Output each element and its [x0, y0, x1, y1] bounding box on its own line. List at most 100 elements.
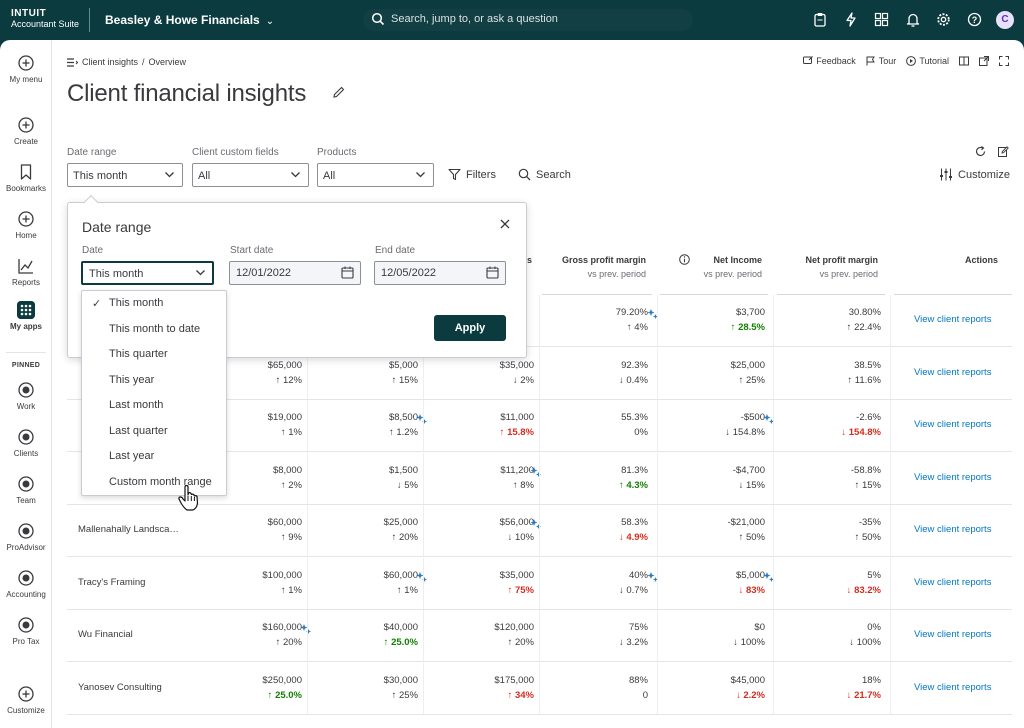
client-name[interactable]: Wu Financial — [78, 629, 133, 640]
tutorial-button[interactable]: Tutorial — [906, 56, 949, 66]
products-value: All — [323, 170, 336, 182]
close-icon[interactable] — [500, 219, 510, 229]
client-name[interactable]: Tracy's Framing — [78, 577, 145, 588]
metric-cell: $30,000 25% — [384, 673, 418, 703]
nav-work[interactable]: Work — [0, 381, 52, 411]
breadcrumb-parent-link[interactable]: Client insights — [82, 57, 138, 67]
calendar-icon[interactable] — [486, 266, 499, 279]
filters-button[interactable]: Filters — [448, 168, 496, 181]
nav-proadvisor[interactable]: ProAdvisor — [0, 522, 52, 552]
insight-sparkle-icon[interactable] — [300, 623, 312, 635]
metric-cell: $175,000 34% — [494, 673, 534, 703]
edit-icon[interactable] — [998, 146, 1009, 157]
search-button[interactable]: Search — [518, 168, 571, 181]
column-header-net-income[interactable]: Net Income vs prev. period — [662, 253, 762, 281]
avatar[interactable]: C — [996, 10, 1014, 29]
menu-item-last-year[interactable]: Last year — [109, 450, 154, 462]
client-name[interactable]: Mallenahally Landsca… — [78, 524, 179, 535]
metric-value: $11,200 — [500, 465, 534, 476]
lightning-icon[interactable] — [841, 10, 860, 29]
insight-sparkle-icon[interactable] — [530, 466, 542, 478]
nav-pro-tax[interactable]: Pro Tax — [0, 616, 52, 646]
start-date-field[interactable]: 12/01/2022 — [229, 261, 361, 285]
nav-create[interactable]: Create — [0, 116, 52, 146]
view-client-reports-link[interactable]: View client reports — [914, 629, 991, 640]
nav-team[interactable]: Team — [0, 475, 52, 505]
nav-label: Create — [13, 137, 38, 146]
nav-label: Customize — [7, 706, 45, 715]
clipboard-icon[interactable] — [810, 10, 829, 29]
nav-label: Home — [15, 231, 37, 240]
apps-icon[interactable] — [872, 10, 891, 29]
split-view-icon[interactable] — [959, 56, 969, 66]
column-divider — [657, 400, 658, 451]
date-select[interactable]: This month — [81, 261, 214, 285]
client-name[interactable]: Yanosev Consulting — [78, 682, 162, 693]
menu-item-this-quarter[interactable]: This quarter — [109, 348, 168, 360]
menu-collapse-icon[interactable] — [67, 57, 78, 67]
view-client-reports-link[interactable]: View client reports — [914, 524, 991, 535]
metric-cell: $25,000 20% — [384, 515, 418, 545]
menu-item-this-month[interactable]: This month — [109, 297, 163, 309]
global-search-input[interactable]: Search, jump to, or ask a question — [363, 9, 693, 31]
insight-sparkle-icon[interactable] — [530, 518, 542, 530]
insight-sparkle-icon[interactable] — [416, 413, 428, 425]
nav-label: Pro Tax — [12, 637, 40, 646]
menu-item-this-year[interactable]: This year — [109, 374, 154, 386]
view-client-reports-link[interactable]: View client reports — [914, 577, 991, 588]
nav-customize[interactable]: Customize — [0, 685, 52, 715]
metric-value: -$21,000 — [727, 517, 765, 528]
metric-cell: $100,000 1% — [262, 568, 302, 598]
products-select[interactable]: All — [317, 163, 434, 187]
nav-bookmarks[interactable]: Bookmarks — [0, 163, 52, 193]
metric-cell: -2.6% 154.8% — [841, 410, 881, 440]
help-icon[interactable]: ? — [965, 10, 984, 29]
pencil-icon[interactable] — [333, 86, 345, 98]
view-client-reports-link[interactable]: View client reports — [914, 682, 991, 693]
menu-item-last-month[interactable]: Last month — [109, 399, 163, 411]
refresh-icon[interactable] — [975, 146, 986, 157]
menu-item-last-quarter[interactable]: Last quarter — [109, 425, 168, 437]
metric-delta: 83.2% — [847, 583, 881, 598]
insight-sparkle-icon[interactable] — [416, 571, 428, 583]
end-date-field[interactable]: 12/05/2022 — [374, 261, 506, 285]
metric-value: 81.3% — [621, 465, 648, 476]
column-header-gross-profit-margin[interactable]: Gross profit margin vs prev. period — [542, 253, 646, 281]
nav-reports[interactable]: Reports — [0, 257, 52, 287]
customize-button[interactable]: Customize — [939, 168, 1010, 181]
column-divider — [539, 663, 540, 714]
nav-my-apps[interactable]: My apps — [0, 301, 52, 331]
view-client-reports-link[interactable]: View client reports — [914, 419, 991, 430]
bell-icon[interactable] — [903, 10, 922, 29]
custom-fields-select[interactable]: All — [192, 163, 309, 187]
open-new-window-icon[interactable] — [979, 56, 989, 66]
menu-item-this-month-to-date[interactable]: This month to date — [109, 323, 200, 335]
nav-clients[interactable]: Clients — [0, 428, 52, 458]
company-switcher[interactable]: Beasley & Howe Financials ⌄ — [105, 13, 274, 27]
view-client-reports-link[interactable]: View client reports — [914, 314, 991, 325]
metric-delta: 0 — [642, 690, 648, 701]
metric-delta: 50% — [727, 530, 765, 545]
metric-cell: $11,000 15.8% — [500, 410, 534, 440]
gear-icon[interactable] — [934, 10, 953, 29]
metric-value: $8,500 — [388, 412, 418, 423]
apply-button[interactable]: Apply — [434, 315, 506, 341]
main-content: Client insights / Overview Feedback Tour… — [52, 40, 1024, 728]
nav-home[interactable]: Home — [0, 210, 52, 240]
metric-cell: 55.3% 0% — [621, 410, 648, 440]
date-range-select[interactable]: This month — [67, 163, 183, 187]
intuit-logo[interactable]: INTUIT Accountant Suite — [11, 9, 79, 30]
tour-button[interactable]: Tour — [866, 56, 896, 66]
metric-value: $250,000 — [262, 675, 302, 686]
expand-icon[interactable] — [999, 56, 1009, 66]
nav-my-menu[interactable]: My menu — [0, 54, 52, 84]
nav-accounting[interactable]: Accounting — [0, 569, 52, 599]
view-client-reports-link[interactable]: View client reports — [914, 367, 991, 378]
column-divider — [539, 558, 540, 609]
feedback-button[interactable]: Feedback — [803, 56, 856, 66]
view-client-reports-link[interactable]: View client reports — [914, 472, 991, 483]
divider — [89, 8, 90, 32]
calendar-icon[interactable] — [341, 266, 354, 279]
column-header-net-profit-margin[interactable]: Net profit margin vs prev. period — [778, 253, 878, 281]
breadcrumb: Client insights / Overview — [67, 57, 186, 67]
